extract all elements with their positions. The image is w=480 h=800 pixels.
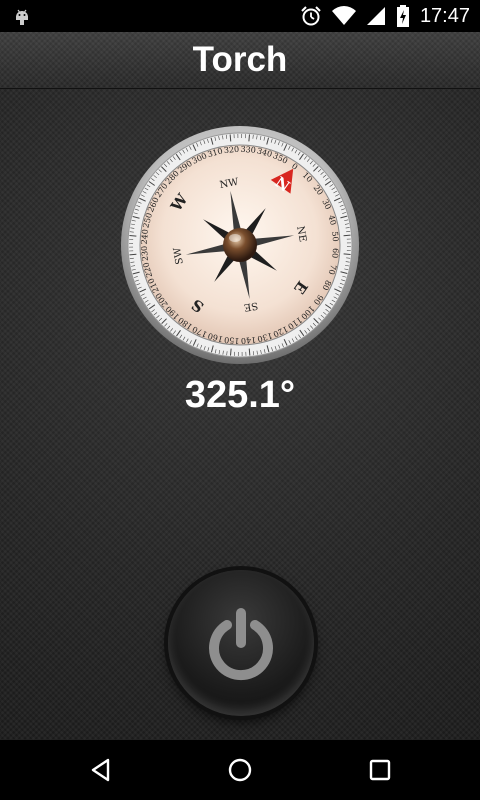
recents-icon[interactable]	[365, 755, 395, 785]
cell-signal-icon	[366, 7, 385, 25]
alarm-icon	[301, 6, 321, 26]
heading-readout: 325.1°	[184, 374, 296, 416]
compass-dial: 0102030405060708090100110120130140150160…	[121, 126, 359, 364]
degree-label: 330	[240, 145, 256, 155]
status-bar: 17:47	[0, 0, 480, 32]
degree-label: 240	[140, 229, 150, 245]
status-icons: 17:47	[300, 0, 470, 32]
compass-hub	[223, 228, 257, 262]
degree-label: 140	[240, 335, 256, 345]
power-button[interactable]	[168, 570, 314, 716]
power-icon	[209, 608, 273, 681]
degree-label: 320	[224, 145, 240, 155]
main-content: 0 10 20 30 40 50 60 70 80 90 100 110 120 130 140 150 160…	[0, 89, 480, 740]
wifi-icon	[331, 6, 356, 26]
degree-label: 50	[330, 231, 340, 242]
android-debug-icon	[12, 6, 32, 26]
app-header: Torch	[0, 32, 480, 89]
degree-label: 60	[330, 248, 340, 259]
back-icon[interactable]	[86, 755, 116, 785]
degree-label: 150	[224, 335, 240, 345]
page-title: Torch	[192, 40, 288, 79]
home-icon[interactable]	[225, 755, 255, 785]
status-time: 17:47	[419, 4, 470, 27]
nav-bar	[0, 740, 480, 800]
degree-label: 230	[140, 245, 150, 261]
battery-charging-icon	[396, 5, 409, 27]
